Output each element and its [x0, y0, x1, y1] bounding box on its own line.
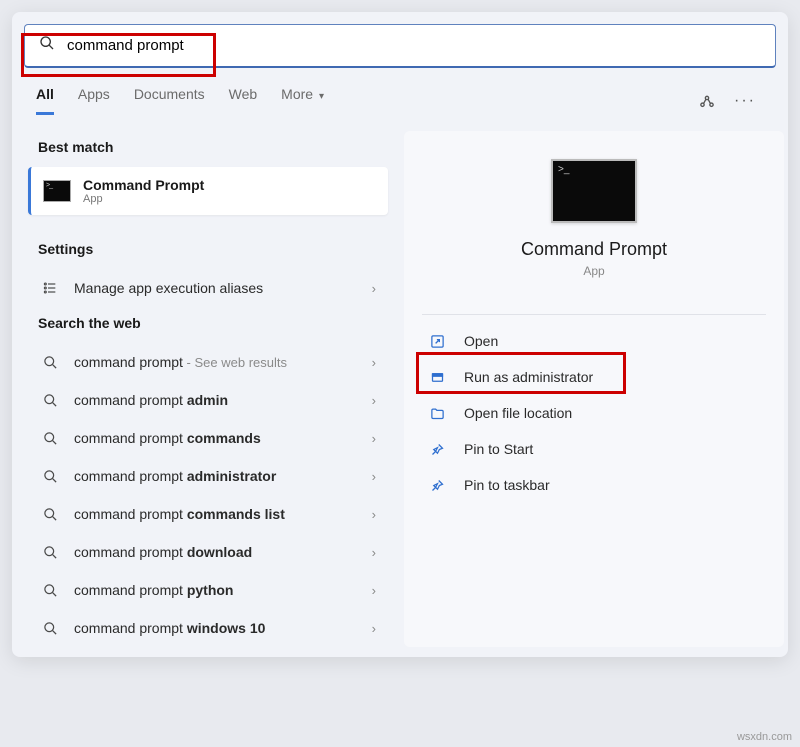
- chevron-right-icon: ›: [372, 393, 376, 408]
- shield-admin-icon: [430, 370, 448, 385]
- web-result-item[interactable]: command prompt commands list›: [28, 495, 388, 533]
- preview-subtitle: App: [583, 264, 604, 278]
- settings-heading: Settings: [28, 233, 388, 269]
- tab-all[interactable]: All: [36, 86, 54, 115]
- divider: [422, 314, 766, 315]
- web-result-item[interactable]: command prompt download›: [28, 533, 388, 571]
- action-pin-taskbar-label: Pin to taskbar: [464, 477, 550, 493]
- web-result-label: command prompt download: [74, 544, 372, 560]
- preview-panel: Command Prompt App Open Run as administr…: [404, 131, 784, 647]
- web-result-item[interactable]: command prompt commands›: [28, 419, 388, 457]
- web-result-label: command prompt - See web results: [74, 354, 372, 370]
- web-result-item[interactable]: command prompt - See web results›: [28, 343, 388, 381]
- search-icon: [40, 355, 60, 370]
- web-result-label: command prompt python: [74, 582, 372, 598]
- search-window: All Apps Documents Web More ▾ ··· Best m…: [12, 12, 788, 657]
- web-result-item[interactable]: command prompt admin›: [28, 381, 388, 419]
- chevron-right-icon: ›: [372, 507, 376, 522]
- content-area: Best match Command Prompt App Settings M…: [12, 115, 788, 657]
- search-icon: [40, 393, 60, 408]
- search-icon: [40, 431, 60, 446]
- best-match-title: Command Prompt: [83, 177, 204, 193]
- best-match-heading: Best match: [28, 131, 388, 167]
- chevron-right-icon: ›: [372, 431, 376, 446]
- open-icon: [430, 334, 448, 349]
- action-run-admin[interactable]: Run as administrator: [422, 359, 766, 395]
- action-open-location-label: Open file location: [464, 405, 572, 421]
- chevron-down-icon: ▾: [319, 91, 324, 102]
- search-icon: [40, 507, 60, 522]
- chevron-right-icon: ›: [372, 355, 376, 370]
- web-results-list: command prompt - See web results›command…: [28, 343, 388, 647]
- search-input[interactable]: [67, 37, 761, 54]
- action-run-admin-label: Run as administrator: [464, 369, 593, 385]
- web-result-item[interactable]: command prompt administrator›: [28, 457, 388, 495]
- pin-icon: [430, 442, 448, 457]
- search-bar[interactable]: [24, 24, 776, 68]
- chevron-right-icon: ›: [372, 583, 376, 598]
- settings-item-label: Manage app execution aliases: [74, 280, 372, 296]
- tab-web[interactable]: Web: [229, 86, 258, 115]
- chevron-right-icon: ›: [372, 621, 376, 636]
- action-pin-start-label: Pin to Start: [464, 441, 533, 457]
- settings-item[interactable]: Manage app execution aliases ›: [28, 269, 388, 307]
- web-result-label: command prompt admin: [74, 392, 372, 408]
- search-bar-container: [12, 24, 788, 68]
- web-result-item[interactable]: command prompt python›: [28, 571, 388, 609]
- action-pin-taskbar[interactable]: Pin to taskbar: [422, 467, 766, 503]
- action-open-location[interactable]: Open file location: [422, 395, 766, 431]
- pin-icon: [430, 478, 448, 493]
- tab-documents[interactable]: Documents: [134, 86, 205, 115]
- web-result-label: command prompt commands list: [74, 506, 372, 522]
- action-open-label: Open: [464, 333, 498, 349]
- search-icon: [40, 469, 60, 484]
- tab-apps[interactable]: Apps: [78, 86, 110, 115]
- action-open[interactable]: Open: [422, 323, 766, 359]
- web-result-label: command prompt commands: [74, 430, 372, 446]
- best-match-subtitle: App: [83, 193, 204, 205]
- search-icon: [40, 583, 60, 598]
- preview-title: Command Prompt: [521, 239, 667, 260]
- best-match-result[interactable]: Command Prompt App: [28, 167, 388, 215]
- filter-tabs: All Apps Documents Web More ▾ ···: [12, 68, 788, 115]
- chevron-right-icon: ›: [372, 545, 376, 560]
- tab-more[interactable]: More ▾: [281, 86, 324, 115]
- flow-icon[interactable]: [698, 92, 716, 110]
- web-result-label: command prompt administrator: [74, 468, 372, 484]
- watermark: wsxdn.com: [737, 731, 792, 743]
- web-result-item[interactable]: command prompt windows 10›: [28, 609, 388, 647]
- search-icon: [40, 621, 60, 636]
- chevron-right-icon: ›: [372, 469, 376, 484]
- cmd-icon: [43, 180, 71, 202]
- more-menu-icon[interactable]: ···: [734, 92, 756, 110]
- chevron-right-icon: ›: [372, 281, 376, 296]
- preview-app-icon: [551, 159, 637, 223]
- search-web-heading: Search the web: [28, 307, 388, 343]
- list-settings-icon: [40, 280, 60, 296]
- results-panel: Best match Command Prompt App Settings M…: [28, 131, 388, 647]
- action-pin-start[interactable]: Pin to Start: [422, 431, 766, 467]
- search-icon: [40, 545, 60, 560]
- web-result-label: command prompt windows 10: [74, 620, 372, 636]
- search-icon: [39, 35, 55, 56]
- folder-icon: [430, 406, 448, 421]
